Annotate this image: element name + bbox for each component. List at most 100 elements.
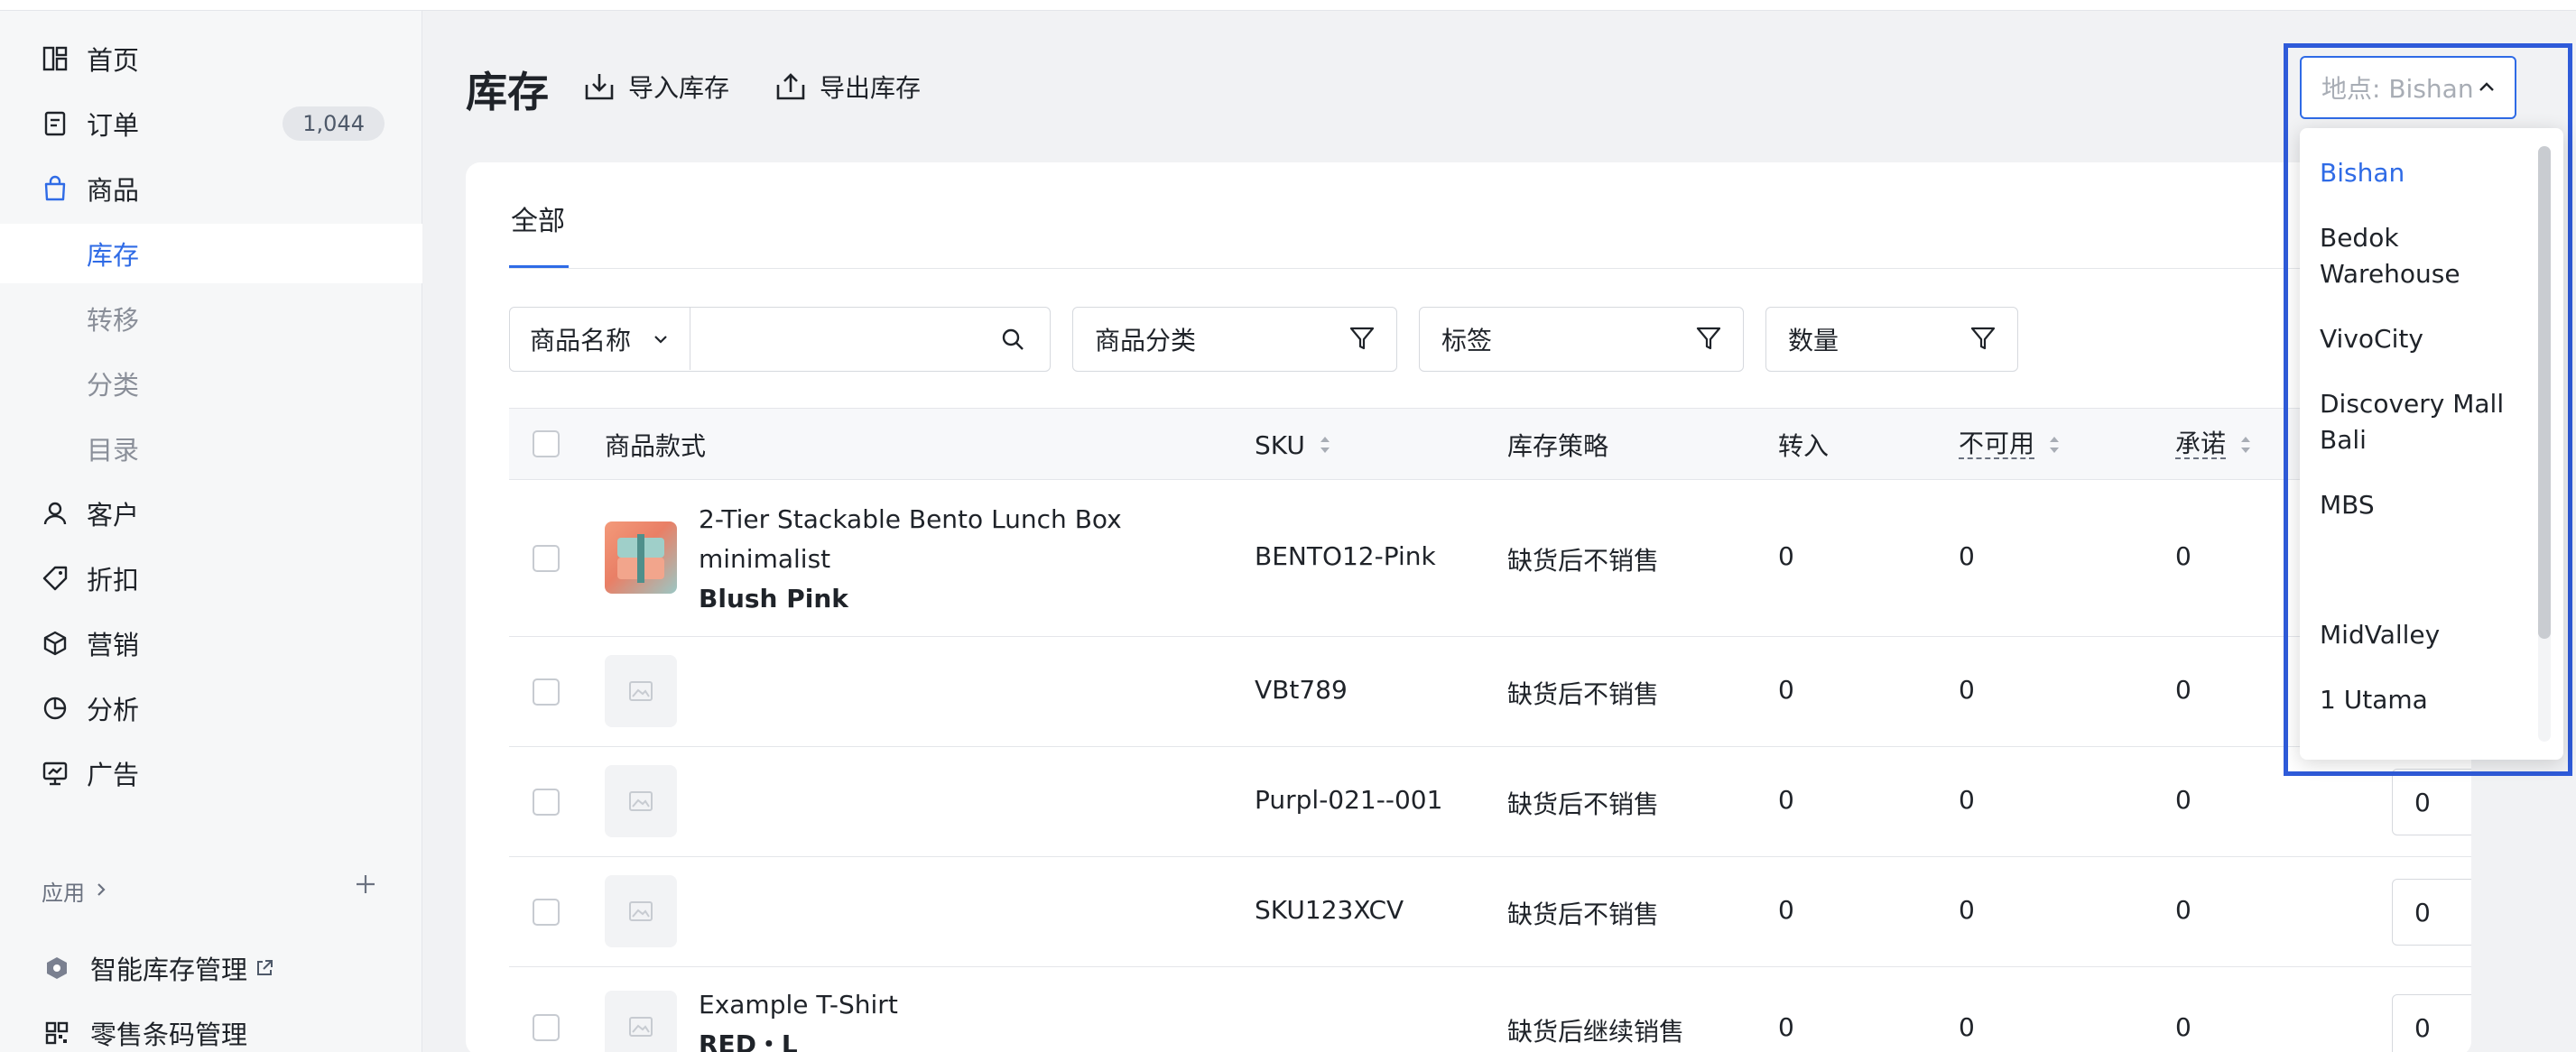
sidebar-item-label: 客户 xyxy=(87,500,140,531)
bento-box-image xyxy=(617,534,664,583)
location-option-bishan[interactable]: Bishan xyxy=(2320,155,2536,191)
sidebar-item-catalog[interactable]: 目录 xyxy=(0,419,422,478)
sidebar: 首页 订单 1,044 商品 库存 转移 分类 目录 客户 折扣 营销 分析 广… xyxy=(0,11,422,1052)
external-link-icon xyxy=(257,960,273,975)
product-thumbnail[interactable] xyxy=(605,521,677,594)
cube-icon xyxy=(40,628,70,659)
quantity-filter[interactable]: 数量 xyxy=(1765,307,2018,372)
sidebar-item-ads[interactable]: 广告 xyxy=(0,743,422,803)
table-row: 2-Tier Stackable Bento Lunch Box minimal… xyxy=(509,480,2471,637)
location-option-mbs[interactable]: MBS xyxy=(2320,487,2536,523)
app-smart-inventory[interactable]: 智能库存管理 xyxy=(0,938,422,998)
sidebar-item-label: 广告 xyxy=(87,760,140,790)
sidebar-item-label: 营销 xyxy=(87,630,140,660)
col-committed[interactable]: 承诺 xyxy=(2175,409,2253,481)
product-thumbnail[interactable] xyxy=(605,765,677,837)
category-filter[interactable]: 商品分类 xyxy=(1072,307,1397,372)
table-header: 商品款式 SKU 库存策略 转入 不可用 承诺 xyxy=(509,408,2471,480)
incoming-cell: 0 xyxy=(1778,675,1794,705)
filter-icon xyxy=(1696,327,1721,350)
col-sku[interactable]: SKU xyxy=(1255,409,1332,481)
policy-cell: 缺货后不销售 xyxy=(1507,679,1660,709)
incoming-cell: 0 xyxy=(1778,1012,1794,1042)
import-inventory-button[interactable]: 导入库存 xyxy=(583,67,729,106)
sku-cell: SKU123XCV xyxy=(1255,895,1404,925)
search-field-select[interactable]: 商品名称 xyxy=(510,308,690,370)
order-count-badge: 1,044 xyxy=(283,106,385,141)
committed-cell: 0 xyxy=(2175,675,2191,705)
quantity-input[interactable]: 0 xyxy=(2392,879,2471,946)
row-checkbox[interactable] xyxy=(533,899,560,926)
image-placeholder-icon xyxy=(629,1017,653,1037)
sidebar-item-analytics[interactable]: 分析 xyxy=(0,678,422,738)
dropdown-scrollbar-thumb[interactable] xyxy=(2538,146,2551,639)
apps-label: 应用 xyxy=(42,881,85,906)
col-unavailable[interactable]: 不可用 xyxy=(1959,409,2062,481)
sidebar-item-products[interactable]: 商品 xyxy=(0,159,422,218)
committed-cell: 0 xyxy=(2175,785,2191,815)
sidebar-item-discounts[interactable]: 折扣 xyxy=(0,549,422,608)
quantity-input[interactable]: 0 xyxy=(2392,994,2471,1052)
sidebar-item-marketing[interactable]: 营销 xyxy=(0,614,422,673)
col-policy: 库存策略 xyxy=(1507,409,1608,481)
location-option-discovery-mall-bali[interactable]: Discovery Mall Bali xyxy=(2320,386,2536,458)
location-option-bedok-warehouse[interactable]: Bedok Warehouse xyxy=(2320,220,2536,292)
home-icon xyxy=(40,43,70,74)
pie-icon xyxy=(40,693,70,724)
location-select[interactable]: 地点: Bishan xyxy=(2300,56,2516,119)
committed-cell: 0 xyxy=(2175,1012,2191,1042)
policy-cell: 缺货后不销售 xyxy=(1507,546,1660,576)
chevron-up-icon xyxy=(2479,82,2494,91)
plus-icon xyxy=(357,875,375,893)
product-name[interactable]: 2-Tier Stackable Bento Lunch Box xyxy=(699,500,1122,540)
product-variant: RED・L xyxy=(699,1029,798,1052)
add-app-button[interactable] xyxy=(354,870,377,902)
row-checkbox[interactable] xyxy=(533,678,560,706)
col-unavailable-label: 不可用 xyxy=(1959,428,2035,460)
grid-icon xyxy=(42,1018,72,1048)
select-all-checkbox[interactable] xyxy=(533,430,560,457)
search-input[interactable] xyxy=(694,309,992,367)
sidebar-item-label: 分析 xyxy=(87,695,140,725)
row-checkbox[interactable] xyxy=(533,545,560,572)
unavailable-cell: 0 xyxy=(1959,785,1975,815)
ad-icon xyxy=(40,758,70,789)
order-icon xyxy=(40,108,70,139)
filter-icon xyxy=(1970,327,1996,350)
tags-filter[interactable]: 标签 xyxy=(1419,307,1744,372)
row-checkbox[interactable] xyxy=(533,789,560,816)
search-icon[interactable] xyxy=(999,326,1026,353)
tab-all[interactable]: 全部 xyxy=(511,198,565,238)
unavailable-cell: 0 xyxy=(1959,895,1975,925)
incoming-cell: 0 xyxy=(1778,895,1794,925)
apps-section-toggle[interactable]: 应用 xyxy=(42,875,108,907)
app-label: 智能库存管理 xyxy=(90,955,248,985)
sidebar-item-orders[interactable]: 订单 1,044 xyxy=(0,94,422,153)
quantity-filter-label: 数量 xyxy=(1788,326,1839,355)
row-checkbox[interactable] xyxy=(533,1014,560,1041)
location-option-midvalley[interactable]: MidValley xyxy=(2320,617,2536,653)
product-thumbnail[interactable] xyxy=(605,875,677,947)
location-option-1-utama[interactable]: 1 Utama xyxy=(2320,682,2536,718)
product-thumbnail[interactable] xyxy=(605,991,677,1052)
location-option-blank[interactable] xyxy=(2320,552,2536,588)
sidebar-item-customers[interactable]: 客户 xyxy=(0,484,422,543)
sidebar-item-transfers[interactable]: 转移 xyxy=(0,289,422,348)
unavailable-cell: 0 xyxy=(1959,541,1975,571)
col-sku-label: SKU xyxy=(1255,429,1305,460)
location-option-vivocity[interactable]: VivoCity xyxy=(2320,321,2536,357)
image-placeholder-icon xyxy=(629,901,653,921)
app-label: 零售条码管理 xyxy=(90,1020,248,1050)
product-name[interactable]: Example T-Shirt xyxy=(699,985,898,1025)
quantity-input[interactable]: 0 xyxy=(2392,769,2471,835)
sidebar-item-home[interactable]: 首页 xyxy=(0,29,422,88)
unavailable-cell: 0 xyxy=(1959,1012,1975,1042)
sidebar-item-categories[interactable]: 分类 xyxy=(0,354,422,413)
sidebar-item-inventory[interactable]: 库存 xyxy=(0,224,422,283)
col-incoming: 转入 xyxy=(1778,409,1829,481)
app-retail-barcode[interactable]: 零售条码管理 xyxy=(0,1003,422,1052)
table-row: VBt789 缺货后不销售 0 0 0 xyxy=(509,637,2471,747)
export-inventory-button[interactable]: 导出库存 xyxy=(774,67,921,106)
product-thumbnail[interactable] xyxy=(605,655,677,727)
location-dropdown: Bishan Bedok Warehouse VivoCity Discover… xyxy=(2300,128,2563,760)
